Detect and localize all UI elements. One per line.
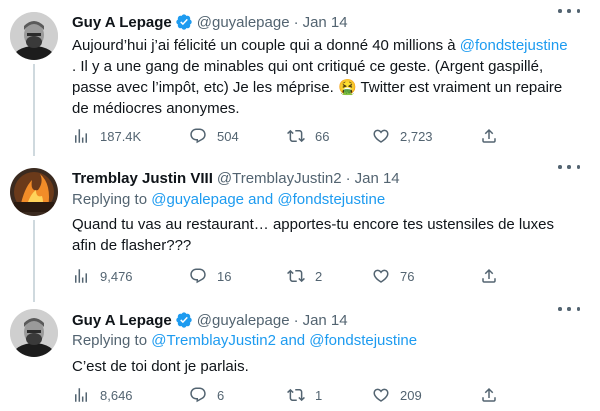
- tweet-date[interactable]: Jan 14: [303, 312, 348, 329]
- avatar-photo-guy-lepage: [10, 309, 58, 357]
- reply-button[interactable]: 16: [189, 266, 231, 286]
- replies-count: 504: [217, 128, 239, 144]
- likes-count: 2,723: [400, 128, 433, 144]
- author-name[interactable]: Tremblay Justin VIII: [72, 170, 213, 187]
- reply-icon: [190, 387, 206, 403]
- share-icon: [482, 387, 496, 402]
- like-button[interactable]: 2,723: [372, 126, 433, 146]
- likes-count: 209: [400, 387, 422, 403]
- author-handle[interactable]: @guyalepage: [197, 14, 290, 31]
- verified-badge-icon: [175, 13, 193, 31]
- reply-icon: [190, 268, 206, 284]
- retweets-count: 66: [315, 128, 330, 144]
- author-handle[interactable]: @guyalepage: [197, 312, 290, 329]
- replying-to: Replying to @guyalepage and @fondstejust…: [72, 191, 385, 208]
- tweet-header: Guy A Lepage @guyalepage · Jan 14: [72, 309, 348, 331]
- avatar-photo-guy-lepage: [10, 12, 58, 60]
- separator-dot: ·: [345, 169, 351, 187]
- tweet-actions: 187.4K 504 66 2,723: [72, 126, 572, 146]
- avatar-photo-tremblay: [10, 168, 58, 216]
- retweet-icon: [287, 269, 305, 283]
- retweets-count: 2: [315, 268, 323, 284]
- thread-line: [33, 64, 35, 156]
- replying-to-link[interactable]: @TremblayJustin2 and @fondstejustine: [151, 332, 417, 349]
- verified-badge-icon: [175, 311, 193, 329]
- tweet-text: Aujourd’hui j’ai félicité un couple qui …: [72, 35, 572, 119]
- replies-count: 16: [217, 268, 232, 284]
- separator-dot: ·: [293, 311, 299, 329]
- likes-count: 76: [400, 268, 415, 284]
- like-icon: [373, 129, 389, 143]
- tweet-header: Guy A Lepage @guyalepage · Jan 14: [72, 11, 348, 33]
- views-button[interactable]: 9,476: [72, 266, 133, 286]
- views-icon: [75, 388, 87, 402]
- views-button[interactable]: 8,646: [72, 385, 133, 405]
- tweet-1[interactable]: Guy A Lepage @guyalepage · Jan 14 Aujour…: [0, 0, 600, 156]
- share-button[interactable]: [480, 266, 498, 286]
- tweet-header: Tremblay Justin VIII @TremblayJustin2 · …: [72, 167, 400, 189]
- retweet-button[interactable]: 2: [287, 266, 322, 286]
- retweet-icon: [287, 388, 305, 402]
- share-button[interactable]: [480, 385, 498, 405]
- replying-prefix: Replying to: [72, 332, 152, 349]
- author-handle[interactable]: @TremblayJustin2: [217, 170, 342, 187]
- more-icon[interactable]: [558, 302, 580, 316]
- separator-dot: ·: [293, 13, 299, 31]
- replying-prefix: Replying to: [72, 191, 152, 208]
- thread-line: [33, 220, 35, 302]
- like-button[interactable]: 209: [372, 385, 422, 405]
- replying-to: Replying to @TremblayJustin2 and @fondst…: [72, 332, 417, 349]
- tweet-actions: 9,476 16 2 76: [72, 266, 572, 286]
- retweets-count: 1: [315, 387, 323, 403]
- vomiting-face-emoji: 🤮: [337, 79, 357, 96]
- share-button[interactable]: [480, 126, 498, 146]
- author-name[interactable]: Guy A Lepage: [72, 312, 172, 329]
- tweet-text-part: Aujourd’hui j’ai félicité un couple qui …: [72, 37, 460, 54]
- tweet-2[interactable]: Tremblay Justin VIII @TremblayJustin2 · …: [0, 156, 600, 302]
- tweet-3[interactable]: Guy A Lepage @guyalepage · Jan 14 Replyi…: [0, 302, 600, 411]
- views-count: 9,476: [100, 268, 133, 284]
- avatar[interactable]: [10, 12, 58, 60]
- retweet-button[interactable]: 1: [287, 385, 322, 405]
- views-icon: [75, 269, 87, 283]
- views-count: 8,646: [100, 387, 133, 403]
- tweet-date[interactable]: Jan 14: [355, 170, 400, 187]
- like-icon: [373, 388, 389, 402]
- more-icon[interactable]: [558, 4, 580, 18]
- avatar[interactable]: [10, 168, 58, 216]
- share-icon: [482, 268, 496, 283]
- retweet-icon: [287, 129, 305, 143]
- reply-button[interactable]: 504: [189, 126, 239, 146]
- replies-count: 6: [217, 387, 225, 403]
- mention-link[interactable]: @fondstejustine: [460, 37, 568, 54]
- replying-to-link[interactable]: @guyalepage and @fondstejustine: [151, 191, 385, 208]
- like-button[interactable]: 76: [372, 266, 414, 286]
- views-icon: [75, 129, 87, 143]
- reply-icon: [190, 128, 206, 144]
- more-icon[interactable]: [558, 160, 580, 174]
- tweet-text: Quand tu vas au restaurant… apportes-tu …: [72, 216, 554, 254]
- views-button[interactable]: 187.4K: [72, 126, 141, 146]
- tweet-date[interactable]: Jan 14: [303, 14, 348, 31]
- author-name[interactable]: Guy A Lepage: [72, 14, 172, 31]
- tweet-text: C’est de toi dont je parlais.: [72, 358, 249, 375]
- like-icon: [373, 269, 389, 283]
- avatar[interactable]: [10, 309, 58, 357]
- share-icon: [482, 128, 496, 143]
- reply-button[interactable]: 6: [189, 385, 224, 405]
- tweet-actions: 8,646 6 1 209: [72, 385, 572, 405]
- retweet-button[interactable]: 66: [287, 126, 329, 146]
- views-count: 187.4K: [100, 128, 142, 144]
